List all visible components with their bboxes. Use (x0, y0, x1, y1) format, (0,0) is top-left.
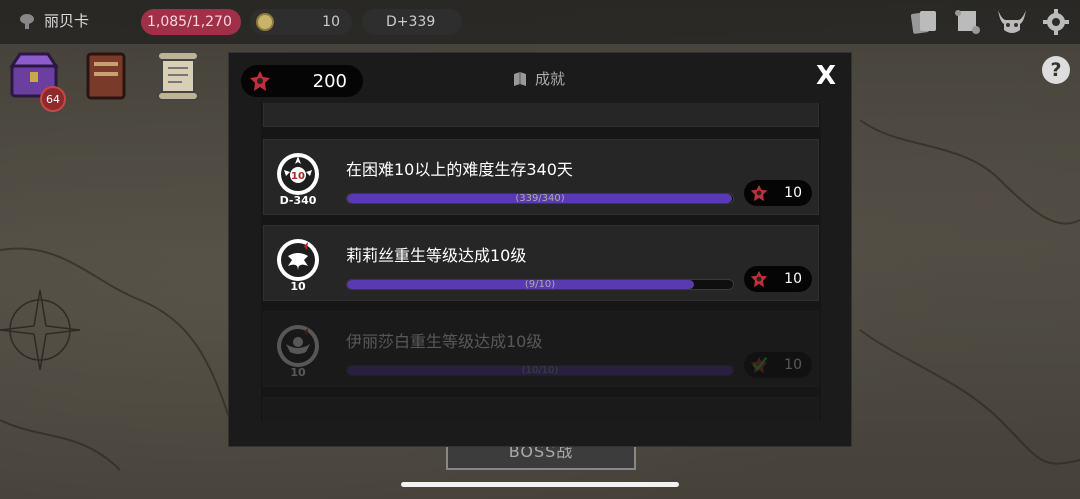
claimed-check-icon (750, 356, 768, 374)
gear-icon (1043, 9, 1069, 35)
reward-pill: 10 (744, 352, 812, 378)
character-head-icon (20, 13, 34, 29)
emblem-label: D-340 (279, 194, 317, 207)
red-gem-icon (750, 184, 768, 202)
lilith-emblem-icon (277, 239, 319, 281)
horned-skull-icon (998, 10, 1026, 33)
gem-value: 200 (312, 70, 347, 92)
achievement-list[interactable]: 10 D-340 在困难10以上的难度生存340天 (339/340) 10 1… (261, 103, 821, 421)
reward-pill[interactable]: 10 (744, 266, 812, 292)
help-button[interactable]: ? (1042, 56, 1070, 84)
achievement-title: 莉莉丝重生等级达成10级 (346, 246, 527, 265)
red-gem-icon (250, 71, 270, 91)
gold-display: 10 (250, 9, 352, 35)
cards-button[interactable] (908, 6, 940, 38)
quest-scroll-button[interactable] (150, 48, 206, 104)
progress-text: (10/10) (521, 365, 559, 376)
achievement-row: 10 D-340 在困难10以上的难度生存340天 (339/340) 10 (263, 139, 819, 215)
survival-emblem-icon: 10 (277, 153, 319, 195)
progress-bar: (10/10) (346, 365, 734, 376)
left-shortcuts: 64 (6, 48, 206, 112)
top-bar: 丽贝卡 1,085/1,270 10 D+339 (0, 0, 1080, 44)
partial-achievement-row (263, 397, 819, 421)
achievement-title: 在困难10以上的难度生存340天 (346, 160, 573, 179)
hp-value: 1,085/1,270 (147, 14, 232, 30)
progress-bar: (339/340) (346, 193, 734, 204)
achievement-row: 10 伊丽莎白重生等级达成10级 (10/10) 10 (263, 311, 819, 387)
progress-bar: (9/10) (346, 279, 734, 290)
settings-button[interactable] (1040, 6, 1072, 38)
reward-pill[interactable]: 10 (744, 180, 812, 206)
home-indicator[interactable] (401, 482, 679, 487)
chest-count-badge: 64 (40, 86, 66, 112)
character-selector[interactable]: 丽贝卡 (18, 10, 89, 31)
top-right-icons (908, 6, 1072, 38)
red-gem-icon (750, 270, 768, 288)
day-display: D+339 (362, 9, 462, 35)
coin-icon (256, 13, 274, 31)
close-button[interactable]: X (813, 61, 839, 91)
parchment-scroll-icon (157, 51, 199, 101)
hp-display: 1,085/1,270 (141, 9, 241, 35)
demon-menu-button[interactable] (996, 6, 1028, 38)
elizabeth-emblem-icon (277, 325, 319, 367)
svg-text:10: 10 (291, 171, 305, 182)
achievement-book-icon (514, 71, 526, 86)
scroll-icon (955, 10, 980, 34)
character-name: 丽贝卡 (44, 12, 90, 30)
book-icon (86, 52, 126, 100)
gem-counter: 200 (241, 65, 363, 97)
achievements-modal: 200 成就 X 10 D-340 在困难10以上的难度生存340天 (339/… (228, 52, 852, 447)
achievement-row: 10 莉莉丝重生等级达成10级 (9/10) 10 (263, 225, 819, 301)
day-value: D+339 (386, 14, 436, 30)
cards-icon (910, 11, 936, 34)
inventory-chest-button[interactable]: 64 (6, 48, 66, 112)
emblem-label: 10 (290, 366, 306, 379)
modal-header: 200 成就 X (229, 53, 851, 103)
reward-value: 10 (784, 185, 802, 201)
achievement-title: 伊丽莎白重生等级达成10级 (346, 332, 543, 351)
progress-text: (9/10) (524, 279, 556, 290)
progress-text: (339/340) (515, 193, 565, 204)
reward-value: 10 (784, 357, 802, 373)
gold-value: 10 (322, 14, 340, 30)
partial-achievement-row (263, 103, 819, 127)
modal-title: 成就 (512, 68, 565, 89)
emblem-label: 10 (290, 280, 306, 293)
book-button[interactable] (78, 48, 134, 104)
modal-title-text: 成就 (535, 70, 566, 88)
reward-value: 10 (784, 271, 802, 287)
map-scroll-button[interactable] (952, 6, 984, 38)
